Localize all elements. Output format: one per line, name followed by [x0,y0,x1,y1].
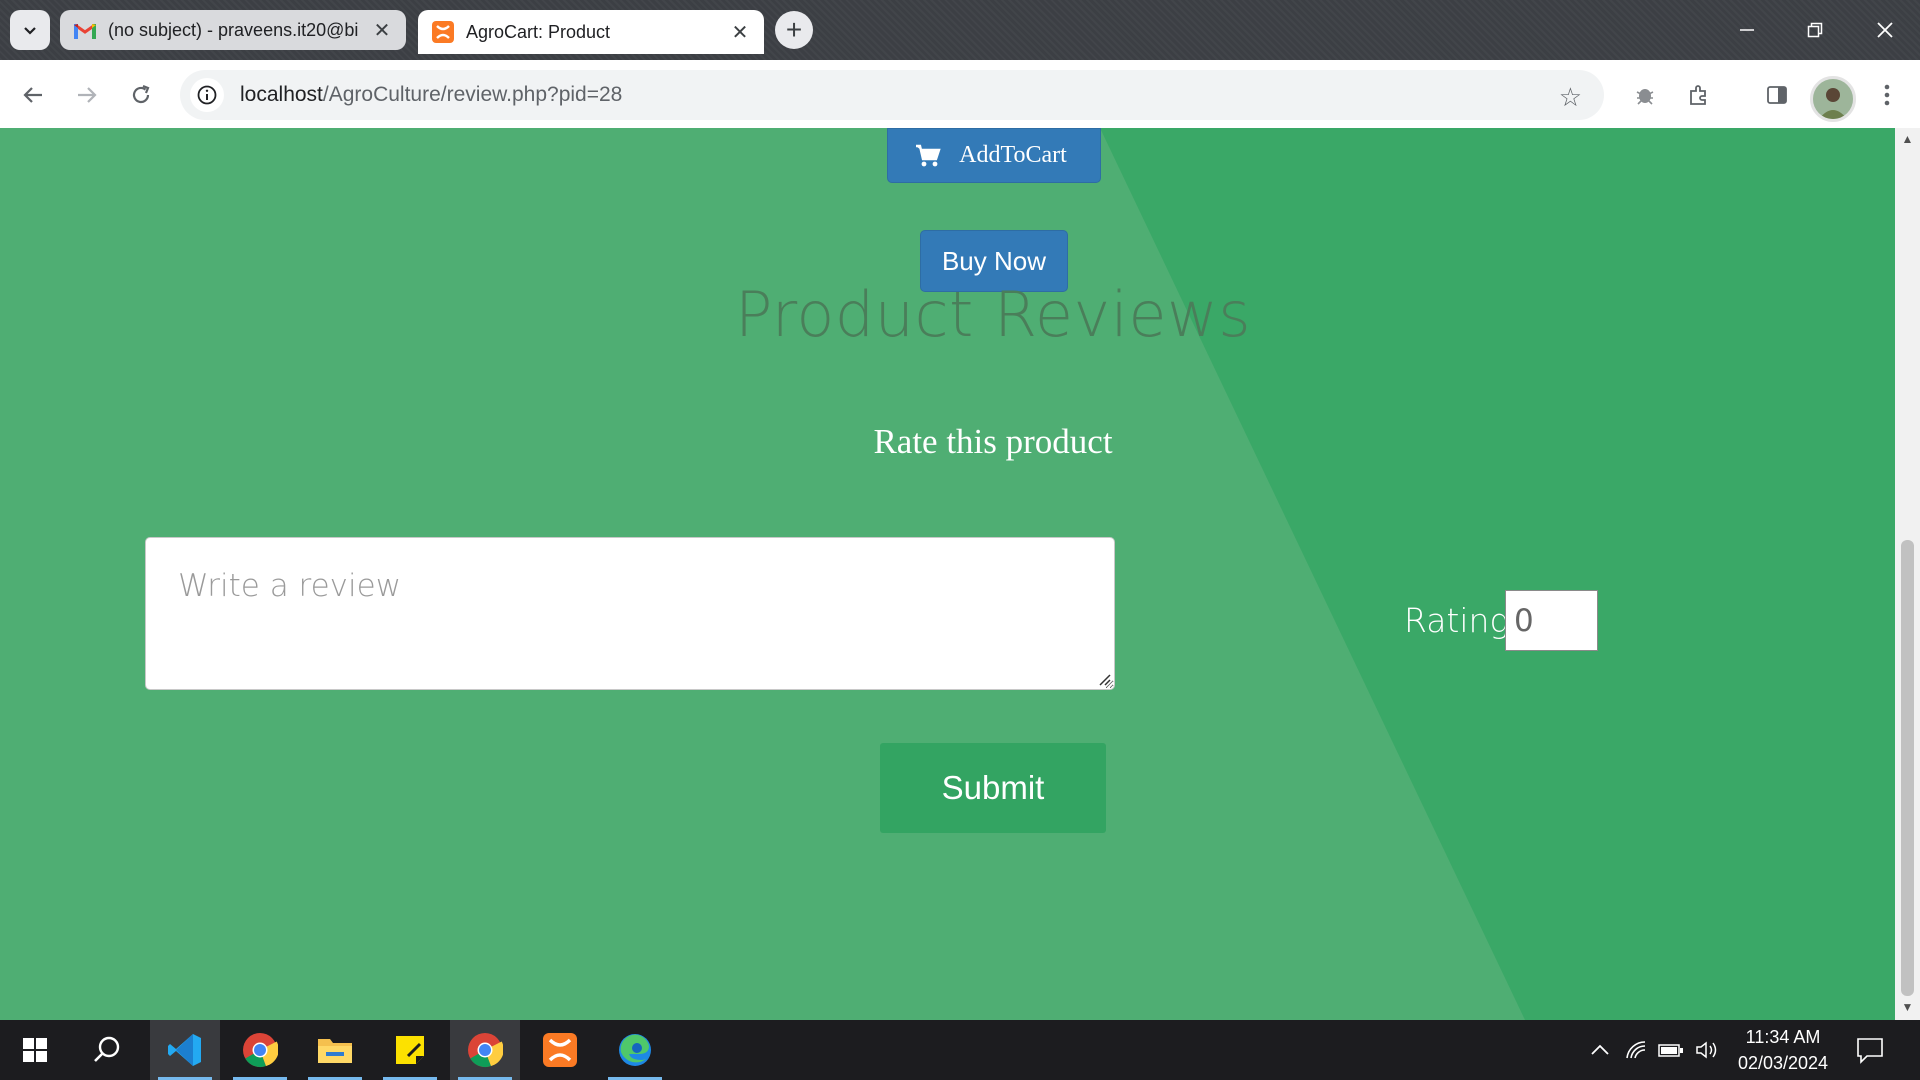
tab-search-button[interactable] [10,10,50,50]
close-window-button[interactable] [1860,10,1910,50]
tab-gmail[interactable]: (no subject) - praveens.it20@bi ✕ [60,10,406,50]
close-icon[interactable]: ✕ [370,18,394,42]
battery-icon[interactable] [1658,1038,1684,1062]
url-host: localhost [240,83,323,106]
taskbar-chrome-active[interactable] [450,1020,520,1080]
rating-label: Rating: [1404,601,1521,640]
search-icon [94,1036,120,1062]
chevron-down-icon [24,27,36,35]
profile-avatar[interactable] [1810,76,1856,122]
taskbar-sticky-notes[interactable] [375,1020,445,1080]
rate-product-heading: Rate this product [873,422,1113,461]
clock-date: 02/03/2024 [1737,1053,1829,1073]
forward-button[interactable] [70,78,104,112]
review-textarea[interactable] [145,537,1115,690]
reload-icon [132,84,150,104]
notification-center-icon[interactable] [1855,1035,1885,1065]
taskbar-chrome[interactable] [225,1020,295,1080]
tab-bar: (no subject) - praveens.it20@bi ✕ AgroCa… [0,0,1920,60]
plus-icon: + [785,14,803,45]
add-to-cart-button[interactable]: AddToCart [887,128,1101,183]
file-explorer-icon [318,1039,352,1063]
windows-taskbar: 11:34 AM 02/03/2024 [0,1020,1920,1080]
minimize-button[interactable] [1722,10,1772,50]
rating-input[interactable] [1505,590,1598,651]
scroll-up-icon[interactable]: ▲ [1901,132,1914,146]
add-to-cart-label: AddToCart [959,142,1067,168]
side-panel-icon[interactable] [1760,78,1794,112]
clock-time: 11:34 AM [1745,1027,1821,1047]
close-icon[interactable]: ✕ [728,20,752,44]
edge-icon [619,1034,651,1066]
site-info-icon[interactable] [190,78,224,112]
start-button[interactable] [0,1020,70,1080]
gmail-icon [74,19,96,41]
taskbar-vscode[interactable] [150,1020,220,1080]
reload-button[interactable] [124,78,158,112]
new-tab-button[interactable]: + [775,11,813,49]
vscode-icon [168,1034,201,1066]
restore-button[interactable] [1790,10,1840,50]
scroll-down-icon[interactable]: ▼ [1901,1000,1914,1014]
taskbar-search-button[interactable] [72,1020,142,1080]
minimize-icon [1740,29,1754,31]
taskbar-xampp[interactable] [525,1020,595,1080]
menu-kebab-icon[interactable] [1870,78,1904,112]
system-clock[interactable]: 11:34 AM 02/03/2024 [1728,1024,1838,1076]
product-reviews-heading: Product Reviews [734,278,1252,351]
windows-start-icon [23,1038,47,1062]
scrollbar-thumb[interactable] [1901,540,1914,996]
page-content: AddToCart Buy Now Product Reviews Rate t… [0,128,1895,1020]
resize-handle-icon[interactable] [1097,672,1111,686]
back-button[interactable] [16,78,50,112]
tab-title: AgroCart: Product [466,21,611,42]
extensions-puzzle-icon[interactable] [1682,78,1716,112]
arrow-left-icon [23,87,42,103]
chrome-icon [468,1033,503,1068]
xampp-icon [432,21,454,43]
arrow-right-icon [78,87,97,103]
restore-icon [1807,22,1823,38]
url-path: /AgroCulture/review.php?pid=28 [322,83,623,106]
chrome-icon [243,1033,278,1068]
taskbar-file-explorer[interactable] [300,1020,370,1080]
sticky-notes-icon [396,1036,424,1064]
tab-title: (no subject) - praveens.it20@bi [108,19,359,40]
wifi-icon[interactable] [1624,1038,1650,1062]
xampp-icon [543,1033,577,1067]
extension-bug-icon[interactable] [1628,78,1662,112]
taskbar-edge[interactable] [600,1020,670,1080]
bookmark-star-icon[interactable]: ☆ [1559,82,1582,113]
page-scrollbar[interactable]: ▲ ▼ [1895,128,1920,1020]
submit-button[interactable]: Submit [880,743,1106,833]
tray-chevron-up-icon[interactable] [1587,1038,1613,1062]
volume-icon[interactable] [1694,1038,1720,1062]
address-bar[interactable]: localhost/AgroCulture/review.php?pid=28 … [180,70,1604,120]
shopping-cart-icon [915,144,941,168]
tab-agrocart[interactable]: AgroCart: Product ✕ [418,10,764,54]
close-icon [1877,22,1893,38]
url-text: localhost/AgroCulture/review.php?pid=28 [240,83,622,107]
